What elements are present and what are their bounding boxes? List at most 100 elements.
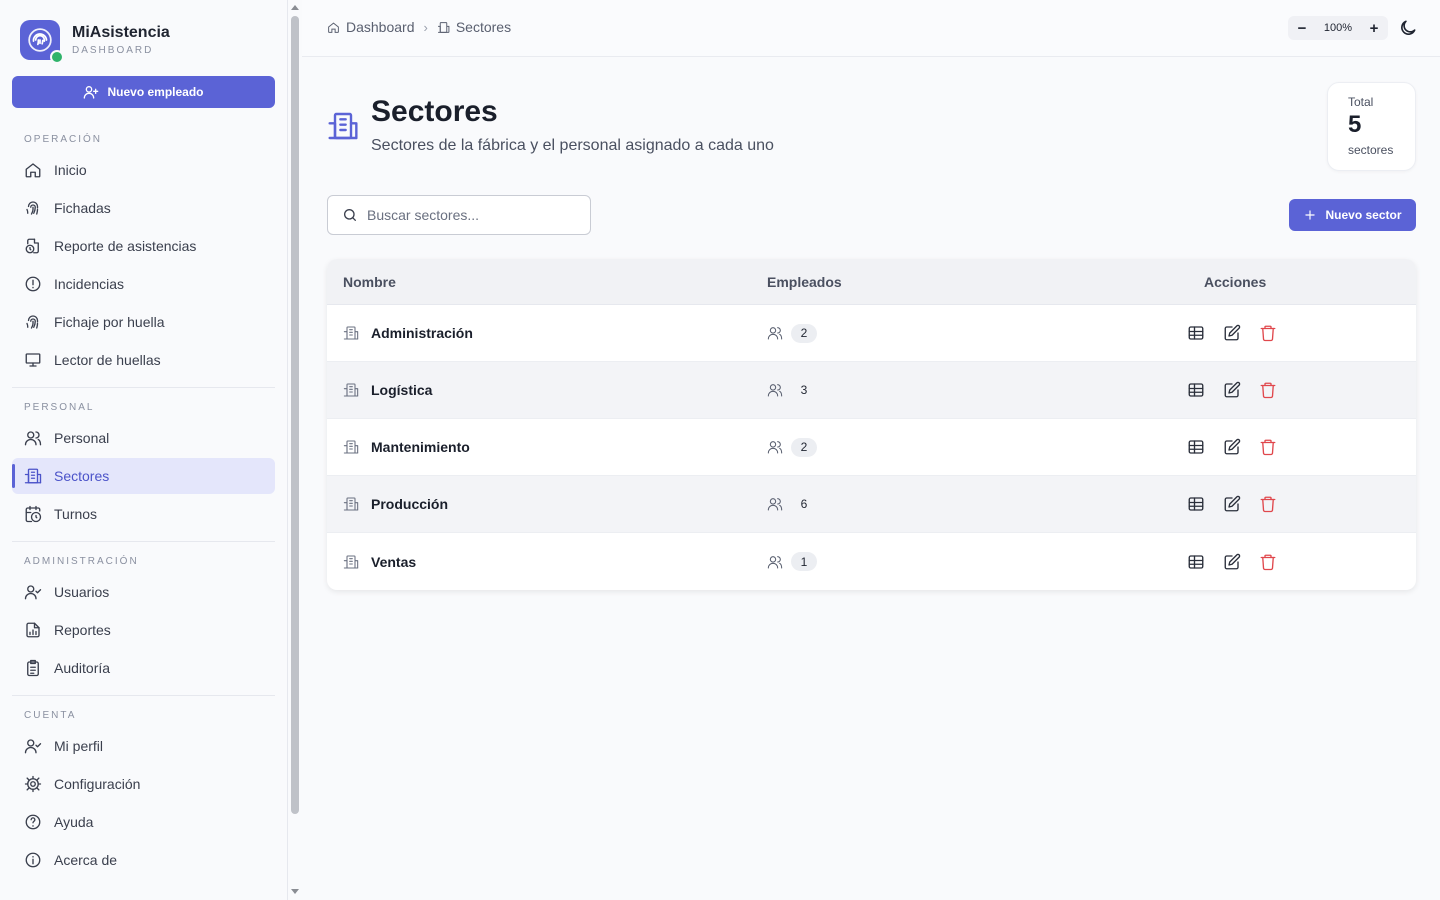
users-icon — [767, 498, 783, 511]
search-icon — [344, 209, 356, 221]
brand[interactable]: MiAsistencia DASHBOARD — [20, 20, 170, 64]
employee-count-badge: 2 — [791, 323, 817, 343]
search-box[interactable] — [327, 195, 591, 235]
scroll-thumb[interactable] — [291, 16, 299, 814]
sector-name: Ventas — [371, 553, 417, 570]
zoom-out-button[interactable]: − — [1296, 20, 1308, 37]
breadcrumb: Dashboard › Sectores — [327, 19, 511, 35]
section-title: ADMINISTRACIÓN — [24, 556, 139, 567]
edit-icon[interactable] — [1223, 495, 1241, 513]
table-view-icon[interactable] — [1187, 495, 1205, 513]
table-view-icon[interactable] — [1187, 324, 1205, 342]
sidebar-item-turnos[interactable]: Turnos — [12, 496, 275, 532]
building-icon — [343, 440, 359, 454]
edit-icon[interactable] — [1223, 324, 1241, 342]
trash-icon[interactable] — [1259, 438, 1277, 456]
trash-icon[interactable] — [1259, 381, 1277, 399]
file-chart-icon — [26, 622, 40, 638]
sidebar-item-mi-perfil[interactable]: Mi perfil — [12, 728, 275, 764]
chevron-right-icon: › — [423, 19, 428, 35]
users-icon — [24, 431, 42, 446]
zoom-in-button[interactable]: + — [1368, 20, 1380, 37]
sidebar-item-fichaje-huella[interactable]: Fichaje por huella — [12, 304, 275, 340]
zoom-control: − 100% + — [1288, 16, 1388, 40]
sidebar-item-sectores[interactable]: Sectores — [12, 458, 275, 494]
sidebar-item-fichadas[interactable]: Fichadas — [12, 190, 275, 226]
section-title: CUENTA — [24, 710, 77, 721]
sidebar-item-lector-huellas[interactable]: Lector de huellas — [12, 342, 275, 378]
sidebar-divider — [12, 695, 275, 696]
building-icon — [328, 112, 358, 140]
trash-icon[interactable] — [1259, 324, 1277, 342]
sidebar-item-ayuda[interactable]: Ayuda — [12, 804, 275, 840]
table-row[interactable]: Administración 2 — [327, 305, 1416, 362]
table-row[interactable]: Logística 3 — [327, 362, 1416, 419]
sectors-table: Nombre Empleados Acciones Administración… — [327, 259, 1416, 590]
column-header-nombre[interactable]: Nombre — [327, 274, 767, 290]
alert-circle-icon — [25, 276, 41, 292]
users-icon — [767, 555, 783, 569]
table-view-icon[interactable] — [1187, 381, 1205, 399]
table-row[interactable]: Producción 6 — [327, 476, 1416, 533]
table-body: Administración 2 Logística 3 Mantenimien… — [327, 305, 1416, 590]
sidebar-scrollbar[interactable] — [288, 0, 302, 900]
users-icon — [767, 384, 783, 397]
page-title: Sectores — [371, 95, 498, 128]
sector-name: Logística — [371, 382, 433, 398]
sidebar-item-label: Acerca de — [54, 852, 118, 868]
building-icon — [343, 497, 359, 511]
building-icon — [24, 468, 42, 484]
info-icon — [25, 852, 41, 868]
fingerprint-icon — [26, 315, 39, 329]
section-operacion: OPERACIÓN Inicio Fichadas Reporte de asi… — [12, 130, 275, 378]
user-plus-icon — [84, 86, 99, 99]
zoom-level: 100% — [1323, 22, 1353, 34]
sidebar-divider — [12, 387, 275, 388]
total-unit: sectores — [1348, 143, 1394, 157]
breadcrumb-sectores: Sectores — [455, 19, 512, 35]
employee-count-badge: 3 — [791, 380, 817, 400]
new-sector-label: Nuevo sector — [1325, 208, 1402, 222]
sidebar-item-acerca-de[interactable]: Acerca de — [12, 842, 275, 878]
trash-icon[interactable] — [1259, 495, 1277, 513]
total-sectors-card: Total 5 sectores — [1327, 82, 1416, 171]
scroll-down-arrow-icon[interactable] — [291, 889, 299, 894]
gear-icon — [24, 775, 42, 793]
home-icon — [328, 22, 339, 33]
sidebar-item-configuracion[interactable]: Configuración — [12, 766, 275, 802]
sidebar-item-usuarios[interactable]: Usuarios — [12, 574, 275, 610]
new-employee-button[interactable]: Nuevo empleado — [12, 76, 275, 108]
total-value: 5 — [1348, 111, 1362, 138]
sidebar-item-incidencias[interactable]: Incidencias — [12, 266, 275, 302]
brand-title: MiAsistencia — [72, 24, 170, 41]
edit-icon[interactable] — [1223, 438, 1241, 456]
trash-icon[interactable] — [1259, 553, 1277, 571]
building-icon — [437, 21, 450, 33]
table-view-icon[interactable] — [1187, 438, 1205, 456]
sidebar-item-reporte-asistencias[interactable]: Reporte de asistencias — [12, 228, 275, 264]
sidebar-divider — [12, 541, 275, 542]
topbar: Dashboard › Sectores − 100% + — [302, 0, 1440, 57]
sidebar-item-label: Mi perfil — [54, 738, 104, 754]
moon-icon[interactable] — [1398, 18, 1418, 38]
sidebar-item-label: Lector de huellas — [54, 352, 161, 368]
edit-icon[interactable] — [1223, 553, 1241, 571]
table-view-icon[interactable] — [1187, 553, 1205, 571]
employee-count-badge: 6 — [791, 494, 817, 514]
search-input[interactable] — [367, 207, 567, 223]
table-row[interactable]: Mantenimiento 2 — [327, 419, 1416, 476]
sidebar-item-inicio[interactable]: Inicio — [12, 152, 275, 188]
edit-icon[interactable] — [1223, 381, 1241, 399]
sidebar-item-label: Personal — [54, 430, 110, 446]
calendar-clock-icon — [25, 505, 42, 523]
building-icon — [343, 383, 359, 397]
building-icon — [343, 326, 359, 340]
table-row[interactable]: Ventas 1 — [327, 533, 1416, 590]
breadcrumb-dashboard[interactable]: Dashboard — [346, 19, 415, 35]
sidebar-item-auditoria[interactable]: Auditoría — [12, 650, 275, 686]
scroll-up-arrow-icon[interactable] — [291, 5, 299, 10]
sidebar-item-personal[interactable]: Personal — [12, 420, 275, 456]
sidebar-item-reportes[interactable]: Reportes — [12, 612, 275, 648]
new-sector-button[interactable]: Nuevo sector — [1289, 199, 1416, 231]
column-header-empleados[interactable]: Empleados — [767, 274, 1157, 290]
